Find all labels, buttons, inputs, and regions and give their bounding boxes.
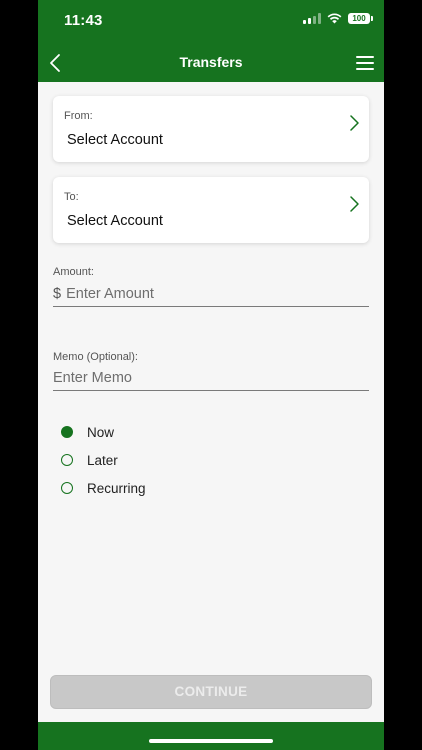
continue-button[interactable]: CONTINUE xyxy=(50,675,372,709)
chevron-right-icon xyxy=(350,115,359,131)
status-bar: 11:43 100 xyxy=(38,0,384,44)
currency-symbol: $ xyxy=(53,286,62,302)
memo-input[interactable] xyxy=(53,370,333,386)
menu-button[interactable] xyxy=(352,50,378,76)
schedule-option-label: Now xyxy=(87,424,115,440)
status-icons: 100 xyxy=(303,13,373,24)
amount-field-container: $ xyxy=(53,282,369,307)
bottom-bar xyxy=(38,722,384,750)
radio-button-selected[interactable] xyxy=(61,426,73,438)
page-title: Transfers xyxy=(179,54,243,70)
schedule-option-later[interactable]: Later xyxy=(61,446,146,474)
wifi-icon xyxy=(327,13,342,24)
chevron-right-icon xyxy=(350,196,359,212)
amount-input[interactable] xyxy=(66,286,347,302)
radio-button[interactable] xyxy=(61,482,73,494)
hamburger-menu-icon xyxy=(356,56,374,70)
app-screen: 11:43 100 Transfers From: Select Account… xyxy=(38,0,384,750)
to-account-value: Select Account xyxy=(67,213,163,229)
from-account-selector[interactable]: From: Select Account xyxy=(53,96,369,162)
cellular-signal-icon xyxy=(303,13,321,24)
schedule-option-label: Later xyxy=(87,452,118,468)
battery-icon: 100 xyxy=(348,13,373,24)
amount-label: Amount: xyxy=(53,266,94,278)
memo-label: Memo (Optional): xyxy=(53,351,138,363)
schedule-option-now[interactable]: Now xyxy=(61,418,146,446)
transfer-schedule-options: Now Later Recurring xyxy=(61,418,146,502)
schedule-option-recurring[interactable]: Recurring xyxy=(61,474,146,502)
to-label: To: xyxy=(64,191,79,203)
from-label: From: xyxy=(64,110,93,122)
from-account-value: Select Account xyxy=(67,132,163,148)
schedule-option-label: Recurring xyxy=(87,480,146,496)
status-time: 11:43 xyxy=(64,12,103,29)
memo-field-container xyxy=(53,366,369,391)
radio-button[interactable] xyxy=(61,454,73,466)
home-indicator[interactable] xyxy=(149,739,273,743)
navigation-bar: Transfers xyxy=(38,44,384,82)
to-account-selector[interactable]: To: Select Account xyxy=(53,177,369,243)
